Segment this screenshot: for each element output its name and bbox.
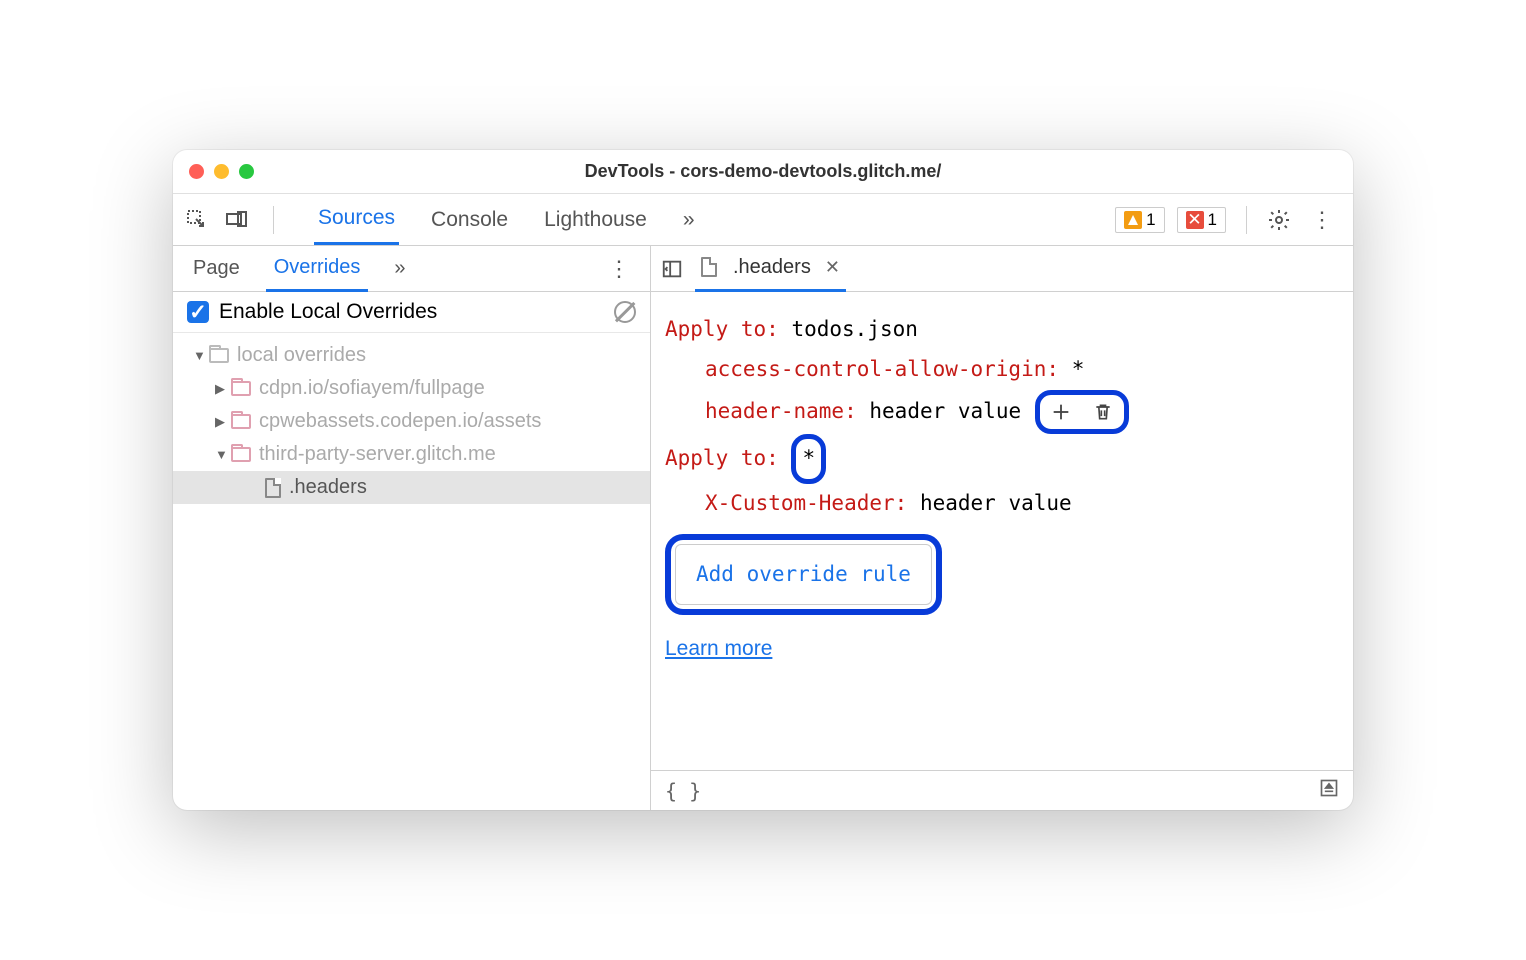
editor-tabs: .headers ✕ [651,246,1353,292]
header-actions-highlight [1035,390,1129,434]
header-value[interactable]: header value [869,399,1021,423]
rule-block-0: Apply to: todos.json [665,310,1339,350]
folder-icon [209,348,229,363]
tab-lighthouse[interactable]: Lighthouse [540,196,651,244]
warnings-count: 1 [1146,210,1155,230]
tab-console[interactable]: Console [427,196,512,244]
enable-overrides-checkbox[interactable]: ✓ [187,301,209,323]
header-row: X-Custom-Header: header value [665,484,1339,524]
folder-label: cdpn.io/sofiayem/fullpage [259,377,485,400]
devtools-window: DevTools - cors-demo-devtools.glitch.me/… [173,150,1353,810]
header-value[interactable]: * [1072,357,1085,381]
editor-tab-headers[interactable]: .headers ✕ [695,246,846,292]
warnings-badge[interactable]: ▲ 1 [1115,207,1164,233]
folder-icon [231,381,251,396]
tree-file-headers[interactable]: .headers [173,471,650,504]
enable-overrides-row: ✓ Enable Local Overrides [173,292,650,333]
inspect-icon[interactable] [185,208,209,232]
subtab-page[interactable]: Page [185,247,248,290]
rule-block-1: Apply to: * [665,434,1339,484]
header-name[interactable]: header-name [705,399,844,423]
add-header-button[interactable] [1048,399,1074,425]
header-name[interactable]: X-Custom-Header [705,491,895,515]
add-override-rule-button[interactable]: Add override rule [675,544,932,606]
apply-to-value[interactable]: todos.json [791,317,917,341]
file-tree: ▼ local overrides ▶ cdpn.io/sofiayem/ful… [173,333,650,510]
navigator-tabs: Page Overrides » ⋮ [173,246,650,292]
header-name[interactable]: access-control-allow-origin [705,357,1046,381]
main-toolbar: Sources Console Lighthouse » ▲ 1 ✕ 1 ⋮ [173,194,1353,246]
delete-header-button[interactable] [1090,399,1116,425]
panel-tabs: Sources Console Lighthouse » [314,194,699,245]
editor-tab-label: .headers [733,256,811,279]
warning-icon: ▲ [1124,211,1142,229]
learn-more-link[interactable]: Learn more [665,637,772,660]
tab-sources[interactable]: Sources [314,194,399,245]
titlebar: DevTools - cors-demo-devtools.glitch.me/ [173,150,1353,194]
more-menu-icon[interactable]: ⋮ [1303,207,1341,233]
toggle-navigator-icon[interactable] [661,258,683,280]
file-label: .headers [289,476,367,499]
device-toggle-icon[interactable] [225,208,249,232]
apply-to-wildcard-highlight: * [791,434,826,484]
file-icon [265,478,281,498]
header-row: access-control-allow-origin: * [665,350,1339,390]
subtabs-overflow[interactable]: » [386,247,413,290]
error-icon: ✕ [1186,211,1204,229]
folder-icon [231,414,251,429]
tree-folder-2[interactable]: ▼ third-party-server.glitch.me [173,438,650,471]
headers-editor: Apply to: todos.json access-control-allo… [651,292,1353,770]
clear-overrides-icon[interactable] [614,301,636,323]
header-value[interactable]: header value [920,491,1072,515]
errors-badge[interactable]: ✕ 1 [1177,207,1226,233]
editor-footer: { } [651,770,1353,810]
navigator-panel: Page Overrides » ⋮ ✓ Enable Local Overri… [173,246,651,810]
tabs-overflow[interactable]: » [679,196,699,244]
add-rule-highlight: Add override rule [665,534,942,616]
navigator-more-icon[interactable]: ⋮ [600,256,638,282]
add-rule-row: Add override rule [665,534,1339,616]
editor-panel: .headers ✕ Apply to: todos.json access-c… [651,246,1353,810]
enable-overrides-label: Enable Local Overrides [219,300,437,324]
header-row: header-name: header value [665,390,1339,434]
apply-to-key: Apply to [665,317,766,341]
eject-icon[interactable] [1319,778,1339,803]
tree-folder-0[interactable]: ▶ cdpn.io/sofiayem/fullpage [173,372,650,405]
settings-icon[interactable] [1267,208,1291,232]
file-icon [701,257,717,277]
subtab-overrides[interactable]: Overrides [266,246,369,292]
folder-label: third-party-server.glitch.me [259,443,496,466]
errors-count: 1 [1208,210,1217,230]
apply-to-value[interactable]: * [802,446,815,470]
tree-root[interactable]: ▼ local overrides [173,339,650,372]
tree-folder-1[interactable]: ▶ cpwebassets.codepen.io/assets [173,405,650,438]
folder-label: cpwebassets.codepen.io/assets [259,410,541,433]
pretty-print-icon[interactable]: { } [665,779,701,803]
close-tab-icon[interactable]: ✕ [825,257,840,278]
apply-to-key: Apply to [665,446,766,470]
folder-icon [231,447,251,462]
tree-root-label: local overrides [237,344,366,367]
window-title: DevTools - cors-demo-devtools.glitch.me/ [173,161,1353,182]
